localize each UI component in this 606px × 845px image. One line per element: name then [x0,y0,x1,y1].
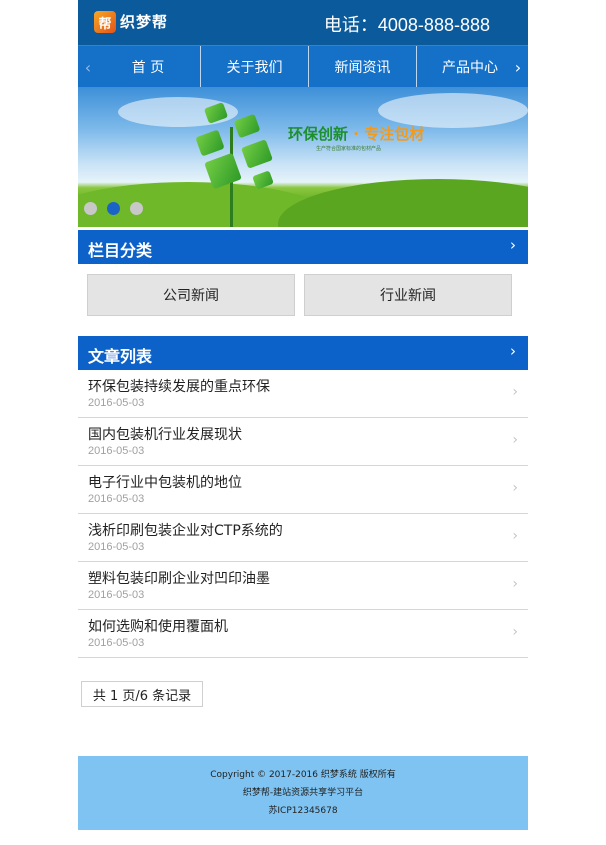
footer-copyright: Copyright © 2017-2016 织梦系统 版权所有 [210,770,396,780]
banner-slogan: 环保创新 · 专注包材 [288,123,424,144]
banner-slider[interactable]: 环保创新 · 专注包材 生产符合国家标准的包材产品 [78,87,528,227]
article-title: 环保包装持续发展的重点环保 [88,379,270,395]
list-item[interactable]: 国内包装机行业发展现状 2016-05-03 › [78,418,528,466]
chevron-right-icon: › [510,342,516,360]
article-date: 2016-05-03 [88,445,145,457]
chevron-right-icon: › [512,384,518,400]
list-item[interactable]: 电子行业中包装机的地位 2016-05-03 › [78,466,528,514]
article-title: 浅析印刷包装企业对CTP系统的 [88,523,283,539]
chevron-right-icon: › [512,528,518,544]
article-title: 如何选购和使用覆面机 [88,619,228,635]
logo-mark-icon: 帮 [94,11,116,33]
category-section-title: 栏目分类 [88,241,153,260]
list-item[interactable]: 塑料包装印刷企业对凹印油墨 2016-05-03 › [78,562,528,610]
nav-item-about[interactable]: 关于我们 [201,46,309,88]
site-logo[interactable]: 帮 织梦帮 [94,10,168,34]
slider-dot-active[interactable] [107,202,120,215]
footer-slogan: 织梦帮-建站资源共享学习平台 [242,788,364,798]
chevron-right-icon: › [512,432,518,448]
list-item[interactable]: 浅析印刷包装企业对CTP系统的 2016-05-03 › [78,514,528,562]
article-date: 2016-05-03 [88,589,145,601]
site-header: 帮 织梦帮 电话：4008-888-888 [78,0,528,45]
slider-dots [84,202,143,215]
chevron-left-icon[interactable]: ‹ [78,46,98,88]
logo-text: 织梦帮 [120,12,169,31]
chevron-right-icon: › [512,480,518,496]
article-date: 2016-05-03 [88,493,145,505]
article-date: 2016-05-03 [88,637,145,649]
article-list: 环保包装持续发展的重点环保 2016-05-03 › 国内包装机行业发展现状 2… [78,370,528,658]
chevron-right-icon: › [512,624,518,640]
main-nav: ‹ 首 页 关于我们 新闻资讯 产品中心 › [78,45,528,88]
slogan-accent: 专注包材 [364,125,425,143]
category-buttons: 公司新闻 行业新闻 [78,264,528,336]
chevron-right-icon[interactable]: › [508,46,528,88]
category-section-header[interactable]: 栏目分类 › [78,230,528,264]
phone-number: 电话：4008-888-888 [323,15,490,35]
nav-item-news[interactable]: 新闻资讯 [309,46,417,88]
slogan-sep: · [353,125,359,143]
article-date: 2016-05-03 [88,541,145,553]
article-title: 国内包装机行业发展现状 [88,427,242,443]
banner-hill [278,179,528,227]
page: 帮 织梦帮 电话：4008-888-888 ‹ 首 页 关于我们 新闻资讯 产品… [78,0,528,830]
article-section-header[interactable]: 文章列表 › [78,336,528,370]
list-item[interactable]: 如何选购和使用覆面机 2016-05-03 › [78,610,528,658]
category-button-industry-news[interactable]: 行业新闻 [304,274,512,316]
nav-items: 首 页 关于我们 新闻资讯 产品中心 [96,46,523,88]
article-section-title: 文章列表 [88,347,153,366]
tree-leaf [252,170,274,190]
banner-subtext: 生产符合国家标准的包材产品 [316,146,382,152]
category-button-company-news[interactable]: 公司新闻 [87,274,295,316]
slider-dot[interactable] [84,202,97,215]
footer-icp: 苏ICP12345678 [268,806,338,816]
slogan-main: 环保创新 [288,125,349,143]
article-date: 2016-05-03 [88,397,145,409]
pagination-info: 共 1 页/6 条记录 [81,681,203,707]
tree-leaf [241,139,273,169]
list-item[interactable]: 环保包装持续发展的重点环保 2016-05-03 › [78,370,528,418]
chevron-right-icon: › [510,236,516,254]
nav-item-home[interactable]: 首 页 [96,46,201,88]
slider-dot[interactable] [130,202,143,215]
chevron-right-icon: › [512,576,518,592]
tree-leaf [195,129,225,157]
article-title: 电子行业中包装机的地位 [88,475,242,491]
site-footer: Copyright © 2017-2016 织梦系统 版权所有 织梦帮-建站资源… [78,756,528,830]
tree-leaf [233,113,261,139]
article-title: 塑料包装印刷企业对凹印油墨 [88,571,270,587]
